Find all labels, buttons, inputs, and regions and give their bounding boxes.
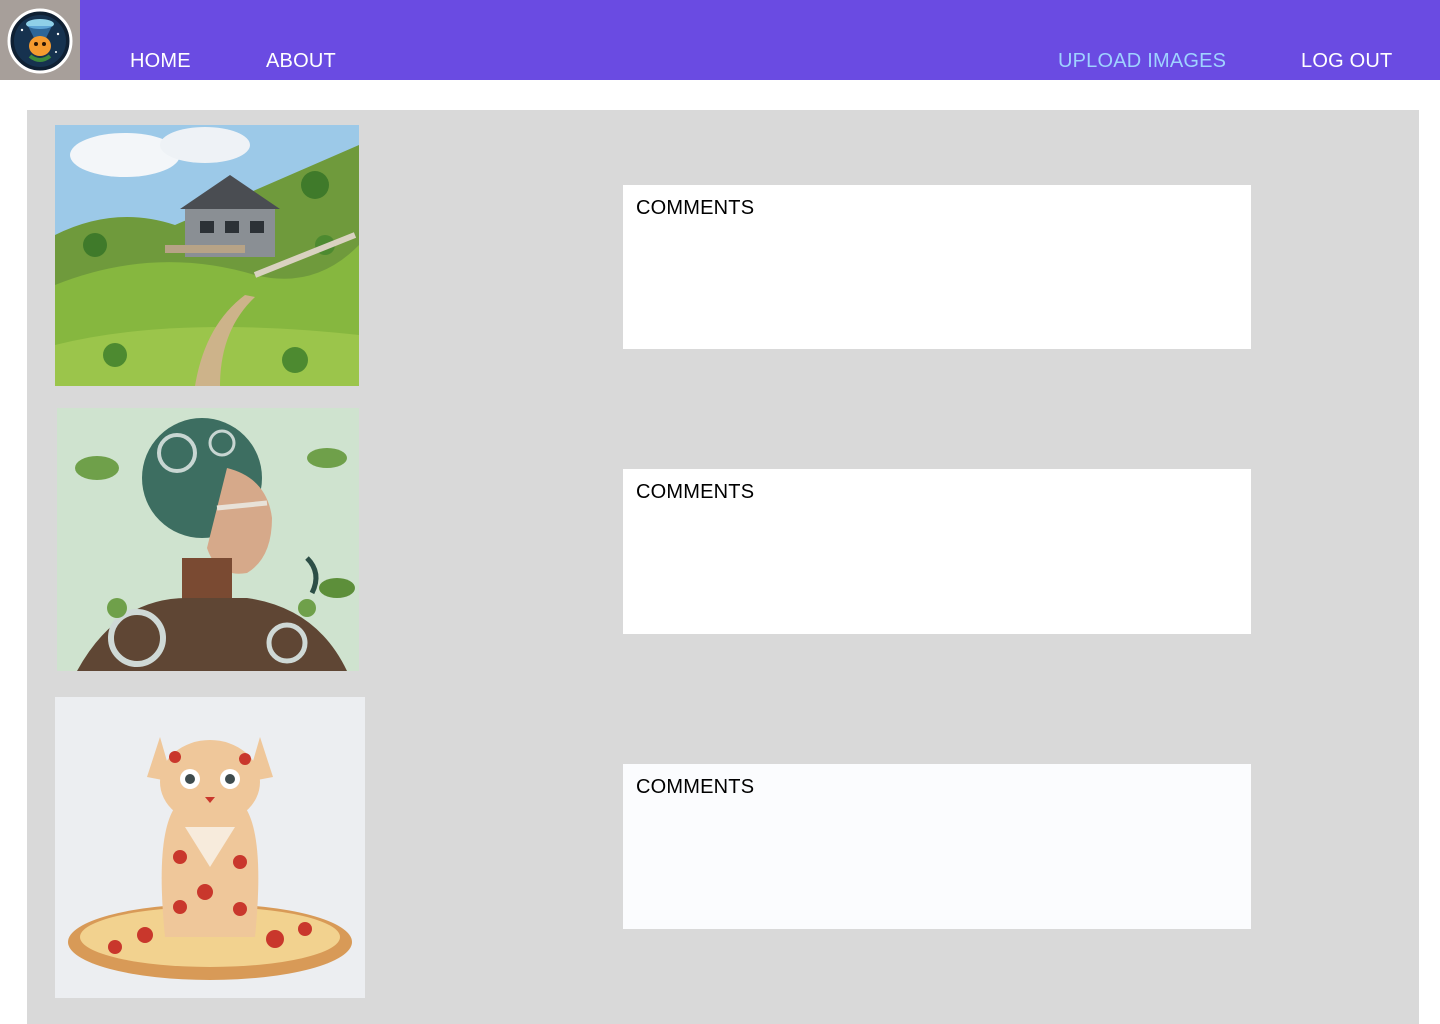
comments-box[interactable]: COMMENTS xyxy=(623,185,1251,349)
comments-box[interactable]: COMMENTS xyxy=(623,764,1251,929)
top-navbar: HOME ABOUT UPLOAD IMAGES LOG OUT xyxy=(0,0,1440,80)
logo-tile[interactable] xyxy=(0,0,80,80)
cyborg-woman-image[interactable] xyxy=(57,408,359,671)
nav-about-link[interactable]: ABOUT xyxy=(266,50,336,73)
nav-upload-images-link[interactable]: UPLOAD IMAGES xyxy=(1058,50,1226,73)
comments-label: COMMENTS xyxy=(636,776,755,798)
nav-log-out-link[interactable]: LOG OUT xyxy=(1301,50,1392,73)
comments-box[interactable]: COMMENTS xyxy=(623,469,1251,634)
nav-home-link[interactable]: HOME xyxy=(130,50,191,73)
pizza-cat-image[interactable] xyxy=(55,697,365,998)
house-on-hill-image[interactable] xyxy=(55,125,359,386)
mascot-logo-icon xyxy=(7,8,73,74)
comments-label: COMMENTS xyxy=(636,197,755,219)
image-feed-panel: COMMENTS COMMENTS COMMENTS xyxy=(27,110,1419,1024)
comments-label: COMMENTS xyxy=(636,481,755,503)
